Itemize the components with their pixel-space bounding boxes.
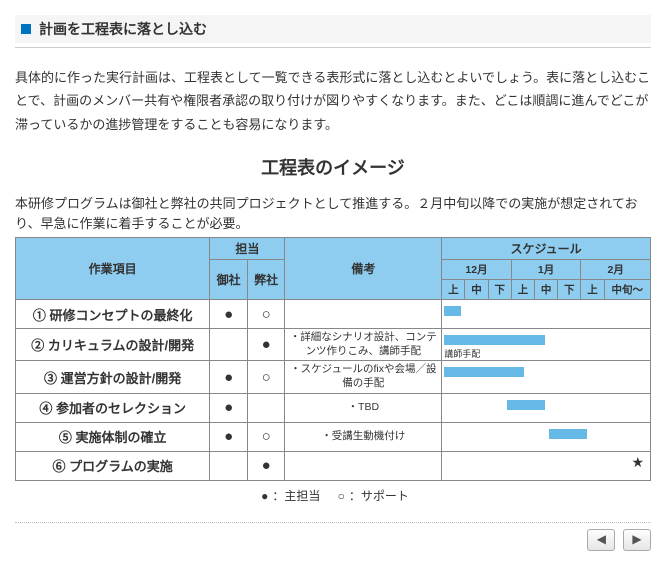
th-month: 2月 xyxy=(581,260,651,280)
schedule-table: 作業項目 担当 備考 スケジュール 御社 弊社 12月 1月 2月 上 中 下 … xyxy=(15,237,651,481)
legend-lead-sym: ● xyxy=(261,489,268,503)
task-cell: ① 研修コンセプトの最終化 xyxy=(16,300,210,329)
chart-note: 本研修プログラムは御社と弊社の共同プロジェクトとして推進する。２月中旬以降での実… xyxy=(15,194,651,233)
legend-support-sym: ○ xyxy=(338,489,345,503)
chart-title: 工程表のイメージ xyxy=(15,154,651,180)
role-b-cell: ○ xyxy=(247,361,285,393)
task-cell: ⑥ プログラムの実施 xyxy=(16,451,210,480)
gantt-bar xyxy=(444,306,461,316)
role-a-cell xyxy=(210,451,248,480)
gantt-bar xyxy=(444,335,545,345)
schedule-cell xyxy=(442,393,651,422)
role-b-cell: ● xyxy=(247,451,285,480)
bar-label: 講師手配 xyxy=(444,347,480,360)
table-row: ② カリキュラムの設計/開発 ●・詳細なシナリオ設計、コンテンツ作りこみ、講師手配… xyxy=(16,329,651,361)
role-b-cell: ○ xyxy=(247,422,285,451)
scroll-divider xyxy=(15,522,651,523)
th-role: 担当 xyxy=(210,238,285,260)
th-sub: 中旬～ xyxy=(604,280,650,300)
legend-support-label: ：サポート xyxy=(349,489,409,503)
note-cell: ・スケジュールのfixや会場／設備の手配 xyxy=(285,361,442,393)
th-role-a: 御社 xyxy=(210,260,248,300)
pager: ◀ ▶ xyxy=(15,529,651,551)
th-sub: 下 xyxy=(488,280,511,300)
prev-button[interactable]: ◀ xyxy=(587,529,615,551)
role-b-cell: ○ xyxy=(247,300,285,329)
section-bullet-icon xyxy=(21,24,31,34)
task-cell: ④ 参加者のセレクション xyxy=(16,393,210,422)
gantt-bar xyxy=(507,400,545,410)
gantt-bar xyxy=(549,429,587,439)
th-sub: 下 xyxy=(558,280,581,300)
th-task: 作業項目 xyxy=(16,238,210,300)
legend: ● ：主担当 ○ ：サポート xyxy=(15,487,651,504)
section-title: 計画を工程表に落とし込む xyxy=(39,19,207,39)
note-cell: ・詳細なシナリオ設計、コンテンツ作りこみ、講師手配 xyxy=(285,329,442,361)
schedule-cell: 講師手配 xyxy=(442,329,651,361)
task-cell: ⑤ 実施体制の確立 xyxy=(16,422,210,451)
divider xyxy=(15,47,651,48)
note-cell xyxy=(285,300,442,329)
role-a-cell: ● xyxy=(210,393,248,422)
next-button[interactable]: ▶ xyxy=(623,529,651,551)
table-row: ④ 参加者のセレクション● ・TBD xyxy=(16,393,651,422)
table-row: ③ 運営方針の設計/開発●○・スケジュールのfixや会場／設備の手配 xyxy=(16,361,651,393)
milestone-icon: ★ xyxy=(631,454,644,471)
schedule-cell xyxy=(442,300,651,329)
schedule-cell xyxy=(442,361,651,393)
th-sub: 中 xyxy=(534,280,557,300)
th-sub: 中 xyxy=(465,280,488,300)
schedule-cell xyxy=(442,422,651,451)
table-row: ① 研修コンセプトの最終化●○ xyxy=(16,300,651,329)
role-a-cell: ● xyxy=(210,300,248,329)
note-cell xyxy=(285,451,442,480)
note-cell: ・TBD xyxy=(285,393,442,422)
gantt-bar xyxy=(444,367,524,377)
th-role-b: 弊社 xyxy=(247,260,285,300)
section-header: 計画を工程表に落とし込む xyxy=(15,15,651,43)
th-sub: 上 xyxy=(511,280,534,300)
role-b-cell xyxy=(247,393,285,422)
body-text: 具体的に作った実行計画は、工程表として一覧できる表形式に落とし込むとよいでしょう… xyxy=(15,66,651,136)
th-note: 備考 xyxy=(285,238,442,300)
task-cell: ② カリキュラムの設計/開発 xyxy=(16,329,210,361)
th-month: 12月 xyxy=(442,260,512,280)
th-month: 1月 xyxy=(511,260,581,280)
task-cell: ③ 運営方針の設計/開発 xyxy=(16,361,210,393)
table-row: ⑥ プログラムの実施 ● ★ xyxy=(16,451,651,480)
schedule-cell: ★ xyxy=(442,451,651,480)
role-a-cell: ● xyxy=(210,361,248,393)
table-row: ⑤ 実施体制の確立●○・受講生動機付け xyxy=(16,422,651,451)
role-a-cell: ● xyxy=(210,422,248,451)
note-cell: ・受講生動機付け xyxy=(285,422,442,451)
th-schedule: スケジュール xyxy=(442,238,651,260)
legend-lead-label: ：主担当 xyxy=(272,489,320,503)
role-b-cell: ● xyxy=(247,329,285,361)
th-sub: 上 xyxy=(581,280,604,300)
role-a-cell xyxy=(210,329,248,361)
th-sub: 上 xyxy=(442,280,465,300)
